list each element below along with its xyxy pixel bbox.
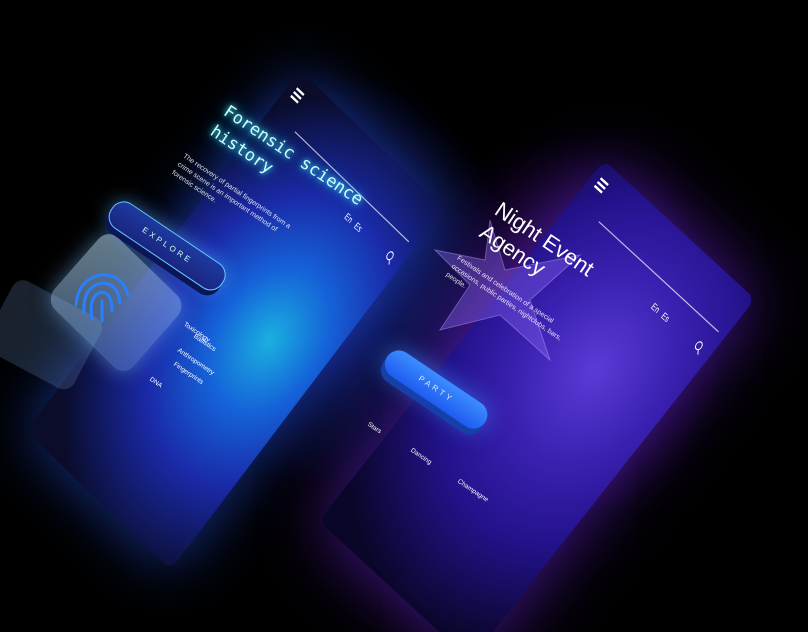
menu-icon[interactable] bbox=[594, 177, 609, 194]
lang-en-link[interactable]: En bbox=[649, 301, 662, 315]
scene: En Es En Es Forensic science history The… bbox=[0, 0, 808, 632]
lang-es-link[interactable]: Es bbox=[659, 310, 672, 324]
fingerprint-icon bbox=[74, 273, 130, 323]
nav-item-stars[interactable]: Stars bbox=[366, 421, 382, 435]
search-icon[interactable] bbox=[693, 339, 705, 352]
menu-icon[interactable] bbox=[290, 87, 305, 104]
lang-es-link[interactable]: Es bbox=[352, 220, 364, 234]
search-icon[interactable] bbox=[384, 249, 396, 262]
header-divider bbox=[598, 221, 719, 333]
